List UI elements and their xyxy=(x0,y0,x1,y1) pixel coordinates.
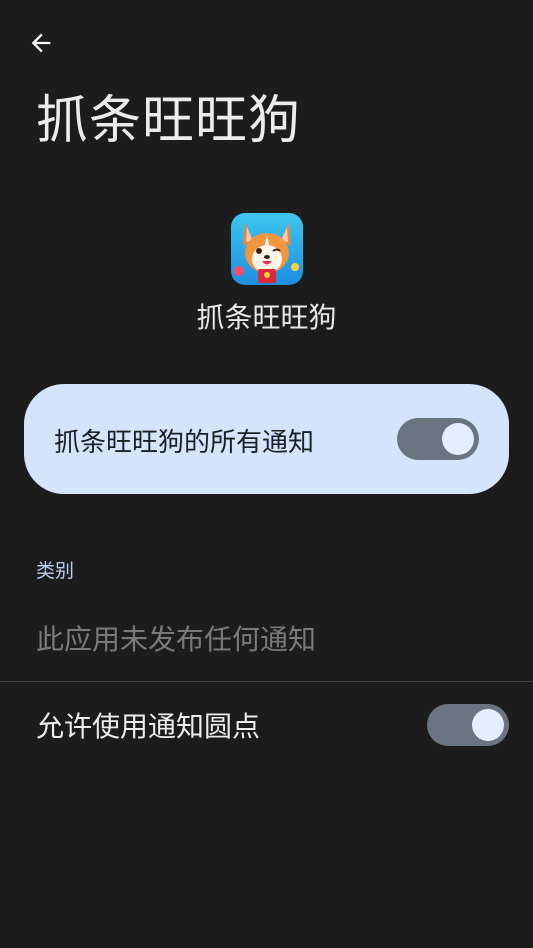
all-notifications-toggle[interactable] xyxy=(397,418,479,460)
all-notifications-row[interactable]: 抓条旺旺狗的所有通知 xyxy=(24,384,509,494)
divider xyxy=(0,681,533,682)
no-notifications-message: 此应用未发布任何通知 xyxy=(36,623,317,656)
app-name: 抓条旺旺狗 xyxy=(196,301,337,334)
notification-dot-toggle[interactable] xyxy=(427,704,509,746)
categories-header: 类别 xyxy=(36,560,75,582)
all-notifications-label: 抓条旺旺狗的所有通知 xyxy=(54,428,315,458)
corgi-app-icon xyxy=(231,213,303,285)
page-title: 抓条旺旺狗 xyxy=(36,91,302,151)
notification-dot-label: 允许使用通知圆点 xyxy=(36,710,261,743)
toggle-thumb xyxy=(442,423,474,455)
back-button[interactable] xyxy=(24,26,58,60)
arrow-left-icon xyxy=(31,33,51,53)
toggle-thumb xyxy=(472,709,504,741)
